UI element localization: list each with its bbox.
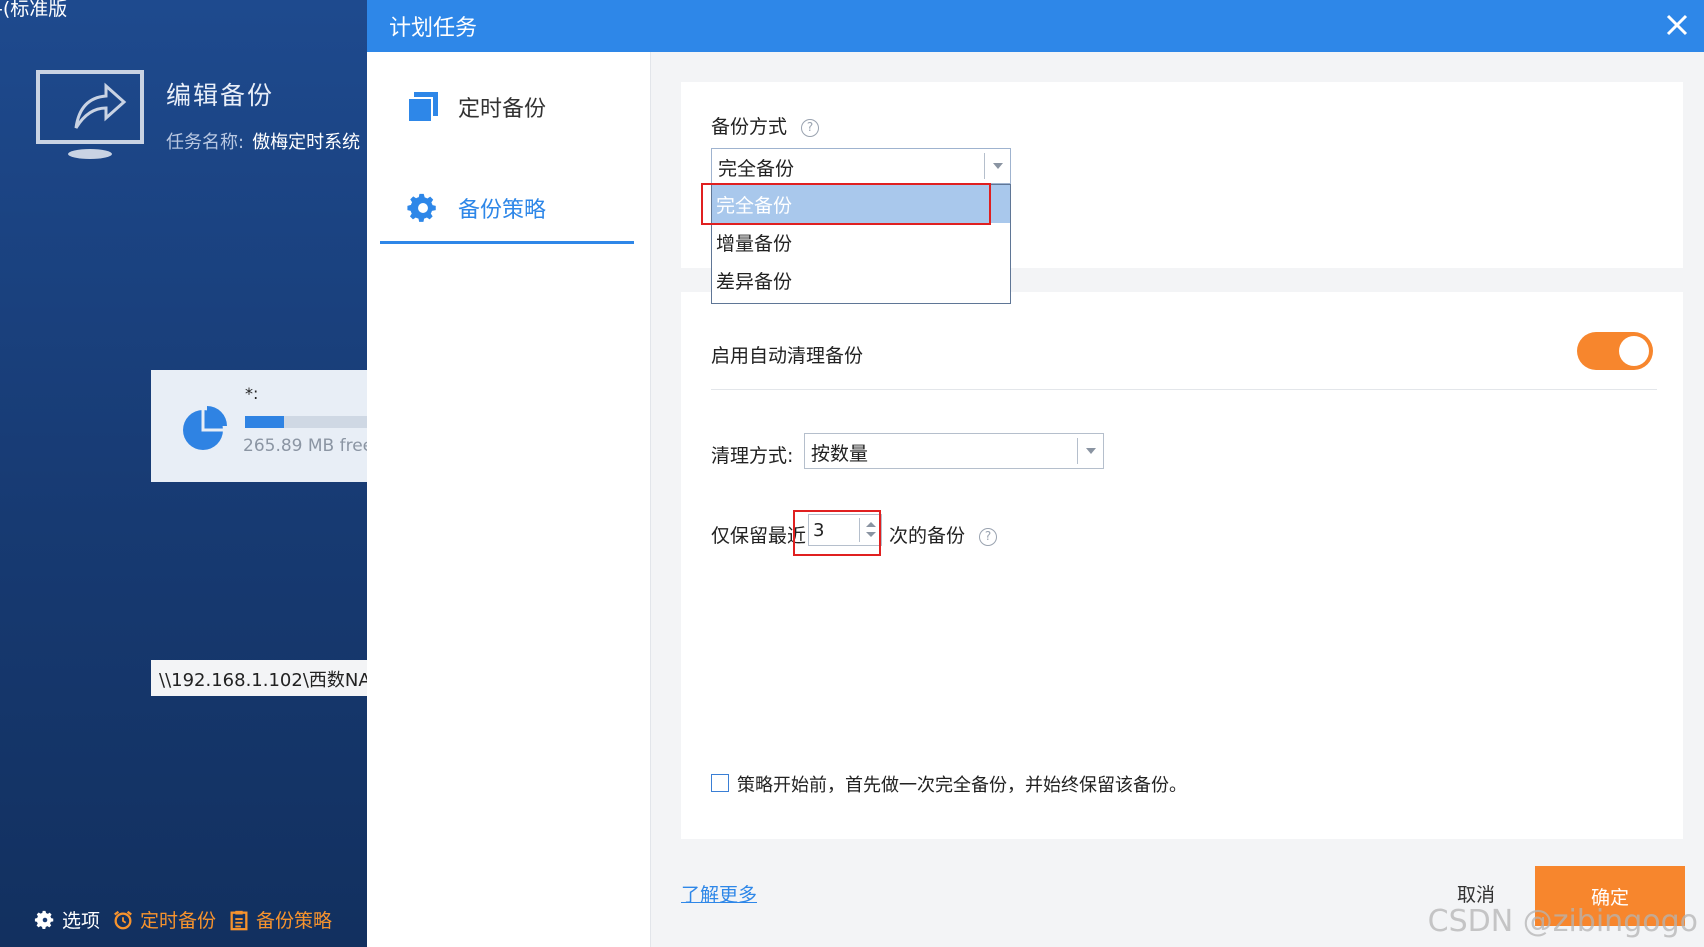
backup-mode-label: 备份方式? [711, 112, 820, 139]
chevron-down-icon[interactable] [984, 153, 1010, 179]
edit-backup-title: 编辑备份 [166, 81, 275, 110]
dropdown-option-full[interactable]: 完全备份 [712, 185, 1010, 223]
gear-icon [34, 910, 54, 929]
sidebar-item-label: 定时备份 [458, 97, 547, 122]
copy-icon [407, 92, 438, 123]
clean-mode-selected-value: 按数量 [811, 443, 869, 465]
bottom-toolbar: 选项 定时备份 备份策略 [34, 906, 332, 933]
disk-free-text: 265.89 MB free [243, 436, 370, 456]
task-name-value: 傲梅定时系统 [252, 132, 361, 153]
disk-card[interactable]: *: 265.89 MB free [151, 370, 370, 482]
alarm-clock-icon [114, 910, 132, 929]
options-button[interactable]: 选项 [34, 906, 100, 933]
backup-mode-select[interactable]: 完全备份 [711, 148, 1011, 184]
sidebar-item-backup-policy[interactable]: 备份策略 [380, 174, 634, 244]
dropdown-option-incremental[interactable]: 增量备份 [712, 223, 1010, 261]
sidebar-item-label: 备份策略 [458, 197, 547, 223]
sidebar-item-schedule-backup[interactable]: 定时备份 [380, 72, 634, 142]
options-label: 选项 [62, 910, 101, 932]
toggle-knob [1619, 336, 1649, 366]
policy-full-backup-label: 策略开始前，首先做一次完全备份，并始终保留该备份。 [737, 775, 1187, 796]
dialog-title: 计划任务 [389, 16, 478, 41]
clean-mode-select[interactable]: 按数量 [804, 433, 1104, 469]
keep-count-suffix-text: 次的备份 [889, 525, 966, 547]
background-app-title: -(标准版 [0, 0, 68, 20]
disk-drive-label: *: [245, 384, 259, 403]
learn-more-link[interactable]: 了解更多 [681, 880, 757, 907]
schedule-backup-label: 定时备份 [140, 910, 217, 932]
pie-chart-icon [183, 406, 227, 450]
backup-mode-dropdown-list: 完全备份 增量备份 差异备份 [711, 184, 1011, 304]
close-icon[interactable] [1662, 10, 1692, 40]
stepper-down-icon[interactable] [866, 532, 876, 537]
dialog-header: 计划任务 [367, 0, 1704, 52]
keep-count-suffix: 次的备份? [889, 521, 998, 548]
help-icon[interactable]: ? [979, 527, 998, 546]
dialog-sidebar: 定时备份 备份策略 [367, 52, 651, 947]
schedule-backup-button[interactable]: 定时备份 [112, 906, 216, 933]
keep-count-stepper[interactable] [808, 514, 882, 546]
ok-button[interactable]: 确定 [1535, 866, 1685, 926]
chevron-down-icon[interactable] [1077, 438, 1103, 464]
stepper-up-icon[interactable] [866, 522, 876, 527]
clean-mode-label: 清理方式: [711, 445, 794, 467]
stepper-buttons [859, 518, 881, 542]
destination-path[interactable]: \\192.168.1.102\西数NAS [151, 660, 370, 696]
help-icon[interactable]: ? [801, 118, 820, 137]
task-name-row: 任务名称: 傲梅定时系统 [166, 128, 360, 154]
clipboard-list-icon [230, 910, 248, 930]
background-app-window: -(标准版 编辑备份 任务名称: 傲梅定时系统 *: 265.89 MB free… [0, 0, 370, 947]
backup-policy-button[interactable]: 备份策略 [228, 906, 332, 933]
divider [711, 389, 1657, 390]
disk-usage-bar [245, 416, 370, 428]
dropdown-option-differential[interactable]: 差异备份 [712, 261, 1010, 299]
backup-policy-label: 备份策略 [256, 910, 333, 932]
monitor-share-icon [36, 70, 144, 159]
auto-clean-toggle[interactable] [1577, 332, 1653, 370]
keep-count-input[interactable] [813, 518, 853, 542]
backup-mode-label-text: 备份方式 [711, 116, 788, 138]
auto-clean-label: 启用自动清理备份 [711, 345, 864, 367]
gear-icon [407, 193, 436, 222]
cancel-button[interactable]: 取消 [1457, 880, 1495, 907]
disk-usage-fill [245, 416, 285, 428]
task-name-label: 任务名称: [166, 132, 245, 153]
policy-full-backup-checkbox[interactable] [711, 774, 729, 792]
backup-mode-selected-value: 完全备份 [718, 158, 795, 180]
schedule-task-dialog: 计划任务 定时备份 备份策略 备份方式? 完全备份 完全备份 增量备份 差异备份… [367, 0, 1704, 947]
keep-count-prefix: 仅保留最近 [711, 525, 807, 547]
cleanup-settings-panel [681, 292, 1683, 839]
